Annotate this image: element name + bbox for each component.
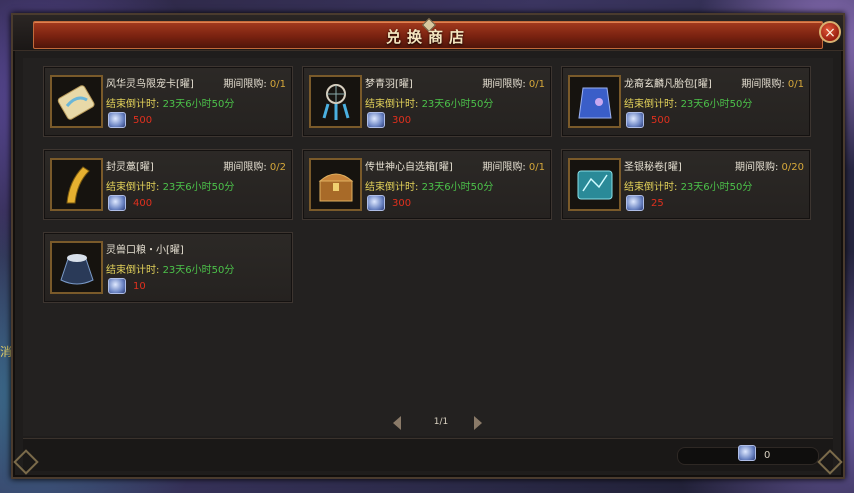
item-card[interactable]: 龙裔玄麟凡胎包[曜] 期间限购: 0/1 结束倒计时: 23天6小时50分 50… (561, 66, 811, 137)
pagination: 1/1 (23, 413, 833, 431)
close-button[interactable]: × (819, 21, 841, 43)
star-scroll-icon (568, 158, 621, 211)
item-grid: 风华灵鸟限宠卡[曜] 期间限购: 0/1 结束倒计时: 23天6小时50分 50… (23, 58, 833, 436)
item-countdown: 结束倒计时: 23天6小时50分 (365, 99, 494, 110)
crystal-currency-icon (367, 112, 385, 128)
crystal-currency-icon (626, 112, 644, 128)
pet-card-icon (50, 75, 103, 128)
exchange-shop-window: 兑换商店 × 风华灵鸟限宠卡[曜] 期间限购: 0/1 结束倒计时: 23天6小… (11, 13, 845, 479)
item-purchase-limit: 期间限购: 0/1 (482, 79, 545, 90)
item-card[interactable]: 梦青羽[曜] 期间限购: 0/1 结束倒计时: 23天6小时50分 300 (302, 66, 552, 137)
prev-page-arrow-icon[interactable] (393, 416, 401, 430)
title-plate: 兑换商店 (33, 17, 823, 49)
dreamcatcher-icon (309, 75, 362, 128)
item-card[interactable]: 风华灵鸟限宠卡[曜] 期间限购: 0/1 结束倒计时: 23天6小时50分 50… (43, 66, 293, 137)
item-countdown: 结束倒计时: 23天6小时50分 (106, 265, 235, 276)
item-price: 500 (133, 115, 153, 126)
item-name: 灵兽口粮・小[曜] (106, 245, 184, 256)
item-price: 400 (133, 198, 153, 209)
item-price: 10 (133, 281, 146, 292)
item-price: 25 (651, 198, 664, 209)
item-countdown: 结束倒计时: 23天6小时50分 (106, 99, 235, 110)
item-name: 传世神心自选箱[曜] (365, 162, 453, 173)
item-countdown: 结束倒计时: 23天6小时50分 (106, 182, 235, 193)
item-name: 梦青羽[曜] (365, 79, 413, 90)
item-countdown: 结束倒计时: 23天6小时50分 (624, 182, 753, 193)
crystal-currency-icon (367, 195, 385, 211)
treasure-chest-icon (309, 158, 362, 211)
currency-balance: 0 (677, 445, 819, 465)
blue-bag-icon (568, 75, 621, 128)
crystal-currency-icon (108, 195, 126, 211)
item-price: 300 (392, 115, 412, 126)
crystal-currency-icon (626, 195, 644, 211)
item-card[interactable]: 封灵藁[曜] 期间限购: 0/2 结束倒计时: 23天6小时50分 400 (43, 149, 293, 220)
item-name: 圣银秘卷[曜] (624, 162, 682, 173)
golden-talisman-icon (50, 158, 103, 211)
item-name: 龙裔玄麟凡胎包[曜] (624, 79, 712, 90)
item-purchase-limit: 期间限购: 0/20 (734, 162, 804, 173)
item-purchase-limit: 期间限购: 0/1 (482, 162, 545, 173)
item-price: 300 (392, 198, 412, 209)
item-card[interactable]: 灵兽口粮・小[曜] 结束倒计时: 23天6小时50分 10 (43, 232, 293, 303)
bottom-bar: 0 (23, 438, 833, 471)
title-bar: 兑换商店 × (13, 15, 843, 51)
window-title: 兑换商店 (385, 28, 470, 46)
crystal-currency-icon (108, 278, 126, 294)
balance-value: 0 (764, 450, 771, 461)
item-name: 封灵藁[曜] (106, 162, 154, 173)
item-purchase-limit: 期间限购: 0/1 (223, 79, 286, 90)
item-countdown: 结束倒计时: 23天6小时50分 (365, 182, 494, 193)
item-purchase-limit: 期间限购: 0/2 (223, 162, 286, 173)
food-sack-icon (50, 241, 103, 294)
item-price: 500 (651, 115, 671, 126)
item-card[interactable]: 圣银秘卷[曜] 期间限购: 0/20 结束倒计时: 23天6小时50分 25 (561, 149, 811, 220)
item-purchase-limit: 期间限购: 0/1 (741, 79, 804, 90)
item-countdown: 结束倒计时: 23天6小时50分 (624, 99, 753, 110)
crystal-currency-icon (108, 112, 126, 128)
item-name: 风华灵鸟限宠卡[曜] (106, 79, 194, 90)
page-indicator: 1/1 (433, 417, 449, 427)
item-card[interactable]: 传世神心自选箱[曜] 期间限购: 0/1 结束倒计时: 23天6小时50分 30… (302, 149, 552, 220)
crystal-currency-icon (738, 445, 756, 461)
next-page-arrow-icon[interactable] (474, 416, 482, 430)
